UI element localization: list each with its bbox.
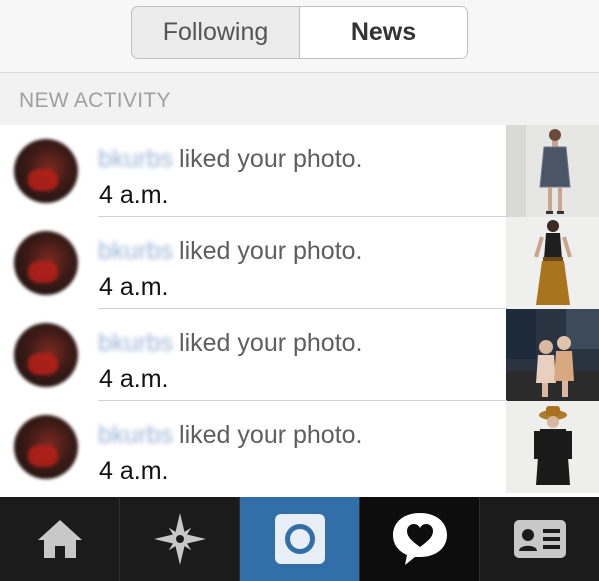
tab-profile[interactable] <box>480 497 599 581</box>
list-item[interactable]: bkurbs liked your photo. 4 a.m. <box>0 309 599 401</box>
activity-action: liked your photo. <box>179 237 363 265</box>
list-item[interactable]: bkurbs liked your photo. 4 a.m. <box>0 401 599 493</box>
list-item[interactable]: bkurbs liked your photo. 4 a.m. <box>0 125 599 217</box>
list-item[interactable]: bkurbs liked your photo. 4 a.m. <box>0 217 599 309</box>
avatar[interactable] <box>14 415 78 479</box>
activity-list: bkurbs liked your photo. 4 a.m. bkurbs lik… <box>0 125 599 493</box>
news-icon <box>392 513 447 565</box>
photo-thumbnail[interactable] <box>506 125 599 217</box>
activity-text: bkurbs liked your photo. <box>98 145 363 174</box>
username-link[interactable]: bkurbs <box>98 329 173 357</box>
section-header: NEW ACTIVITY <box>0 72 599 126</box>
activity-text: bkurbs liked your photo. <box>98 237 363 266</box>
activity-action: liked your photo. <box>179 329 363 357</box>
activity-time: 4 a.m. <box>99 365 169 393</box>
activity-action: liked your photo. <box>179 145 363 173</box>
activity-text: bkurbs liked your photo. <box>98 329 363 358</box>
tab-news-activity[interactable] <box>360 497 480 581</box>
tab-explore[interactable] <box>120 497 240 581</box>
tab-following[interactable]: Following <box>132 7 299 58</box>
tab-camera[interactable] <box>240 497 360 581</box>
profile-icon <box>513 520 566 558</box>
activity-action: liked your photo. <box>179 421 363 449</box>
photo-thumbnail[interactable] <box>506 309 599 401</box>
photo-thumbnail[interactable] <box>506 217 599 309</box>
username-link[interactable]: bkurbs <box>98 145 173 173</box>
tab-home[interactable] <box>0 497 120 581</box>
activity-text: bkurbs liked your photo. <box>98 421 363 450</box>
following-news-toggle: Following News <box>131 6 468 59</box>
username-link[interactable]: bkurbs <box>98 237 173 265</box>
tab-news[interactable]: News <box>299 7 467 58</box>
activity-time: 4 a.m. <box>99 273 169 301</box>
avatar[interactable] <box>14 139 78 203</box>
bottom-tab-bar <box>0 497 599 581</box>
activity-header: Following News <box>0 0 599 72</box>
home-icon <box>37 520 82 558</box>
camera-icon <box>274 514 325 564</box>
username-link[interactable]: bkurbs <box>98 421 173 449</box>
section-title: NEW ACTIVITY <box>19 89 171 112</box>
avatar[interactable] <box>14 231 78 295</box>
explore-icon <box>153 513 206 565</box>
photo-thumbnail[interactable] <box>506 401 599 493</box>
avatar[interactable] <box>14 323 78 387</box>
activity-time: 4 a.m. <box>99 181 169 209</box>
activity-time: 4 a.m. <box>99 457 169 485</box>
